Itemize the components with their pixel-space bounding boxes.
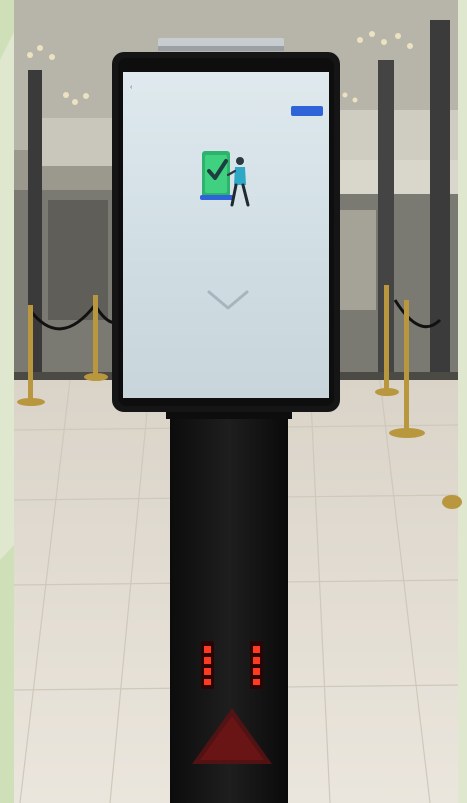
led-display-right	[249, 641, 264, 689]
chevron-down-icon	[207, 290, 249, 310]
led-display-left	[200, 641, 215, 689]
back-arrow-icon[interactable]: ‹	[130, 84, 132, 91]
screen-action-button[interactable]	[291, 106, 323, 116]
phone-checkmark-person-icon	[200, 151, 250, 207]
kiosk-screen: ‹	[123, 72, 329, 398]
kiosk-photo: ‹	[0, 0, 467, 803]
